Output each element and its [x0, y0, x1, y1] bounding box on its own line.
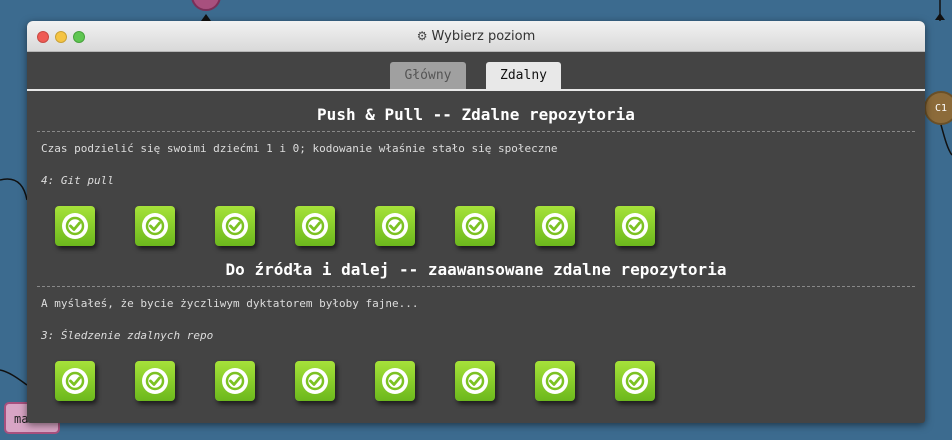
level-button[interactable]	[295, 206, 335, 246]
checkmark-icon	[142, 213, 168, 239]
checkmark-icon	[142, 368, 168, 394]
checkmark-icon	[462, 213, 488, 239]
level-button[interactable]	[615, 206, 655, 246]
maximize-window-button[interactable]	[73, 31, 85, 43]
minimize-window-button[interactable]	[55, 31, 67, 43]
checkmark-icon	[302, 213, 328, 239]
level-grid	[55, 361, 655, 401]
tab-underline	[27, 89, 925, 91]
checkmark-icon	[62, 213, 88, 239]
close-window-button[interactable]	[37, 31, 49, 43]
level-button[interactable]	[135, 206, 175, 246]
checkmark-icon	[382, 213, 408, 239]
tab-main[interactable]: Główny	[390, 62, 466, 90]
current-level-label: 3: Śledzenie zdalnych repo	[41, 329, 214, 342]
level-button[interactable]	[535, 206, 575, 246]
level-button[interactable]	[215, 361, 255, 401]
checkmark-icon	[542, 368, 568, 394]
checkmark-icon	[622, 368, 648, 394]
gear-icon: ⚙	[416, 29, 428, 43]
level-select-window: ⚙ Wybierz poziom Główny Zdalny Push & Pu…	[27, 21, 925, 423]
level-button[interactable]	[535, 361, 575, 401]
level-grid	[55, 206, 655, 246]
checkmark-icon	[382, 368, 408, 394]
divider	[37, 286, 915, 287]
level-button[interactable]	[55, 206, 95, 246]
level-button[interactable]	[295, 361, 335, 401]
section-description: Czas podzielić się swoimi dziećmi 1 i 0;…	[41, 142, 558, 155]
divider	[37, 131, 915, 132]
checkmark-icon	[622, 213, 648, 239]
level-button[interactable]	[455, 206, 495, 246]
level-button[interactable]	[215, 206, 255, 246]
level-button[interactable]	[375, 206, 415, 246]
checkmark-icon	[462, 368, 488, 394]
checkmark-icon	[302, 368, 328, 394]
level-button[interactable]	[375, 361, 415, 401]
checkmark-icon	[542, 213, 568, 239]
window-controls	[37, 31, 85, 43]
titlebar: ⚙ Wybierz poziom	[27, 21, 925, 52]
section-title: Push & Pull -- Zdalne repozytoria	[317, 105, 635, 124]
level-button[interactable]	[455, 361, 495, 401]
window-title: ⚙ Wybierz poziom	[417, 29, 536, 44]
level-button[interactable]	[615, 361, 655, 401]
checkmark-icon	[62, 368, 88, 394]
section-description: A myślałeś, że bycie życzliwym dyktatore…	[41, 297, 419, 310]
checkmark-icon	[222, 213, 248, 239]
commit-node-c1: C1	[924, 91, 952, 125]
checkmark-icon	[222, 368, 248, 394]
section-title: Do źródła i dalej -- zaawansowane zdalne…	[225, 260, 727, 279]
current-level-label: 4: Git pull	[41, 174, 114, 187]
level-button[interactable]	[55, 361, 95, 401]
tab-remote[interactable]: Zdalny	[486, 62, 561, 90]
tab-bar: Główny Zdalny	[27, 52, 925, 91]
window-title-text: Wybierz poziom	[431, 28, 536, 44]
level-button[interactable]	[135, 361, 175, 401]
